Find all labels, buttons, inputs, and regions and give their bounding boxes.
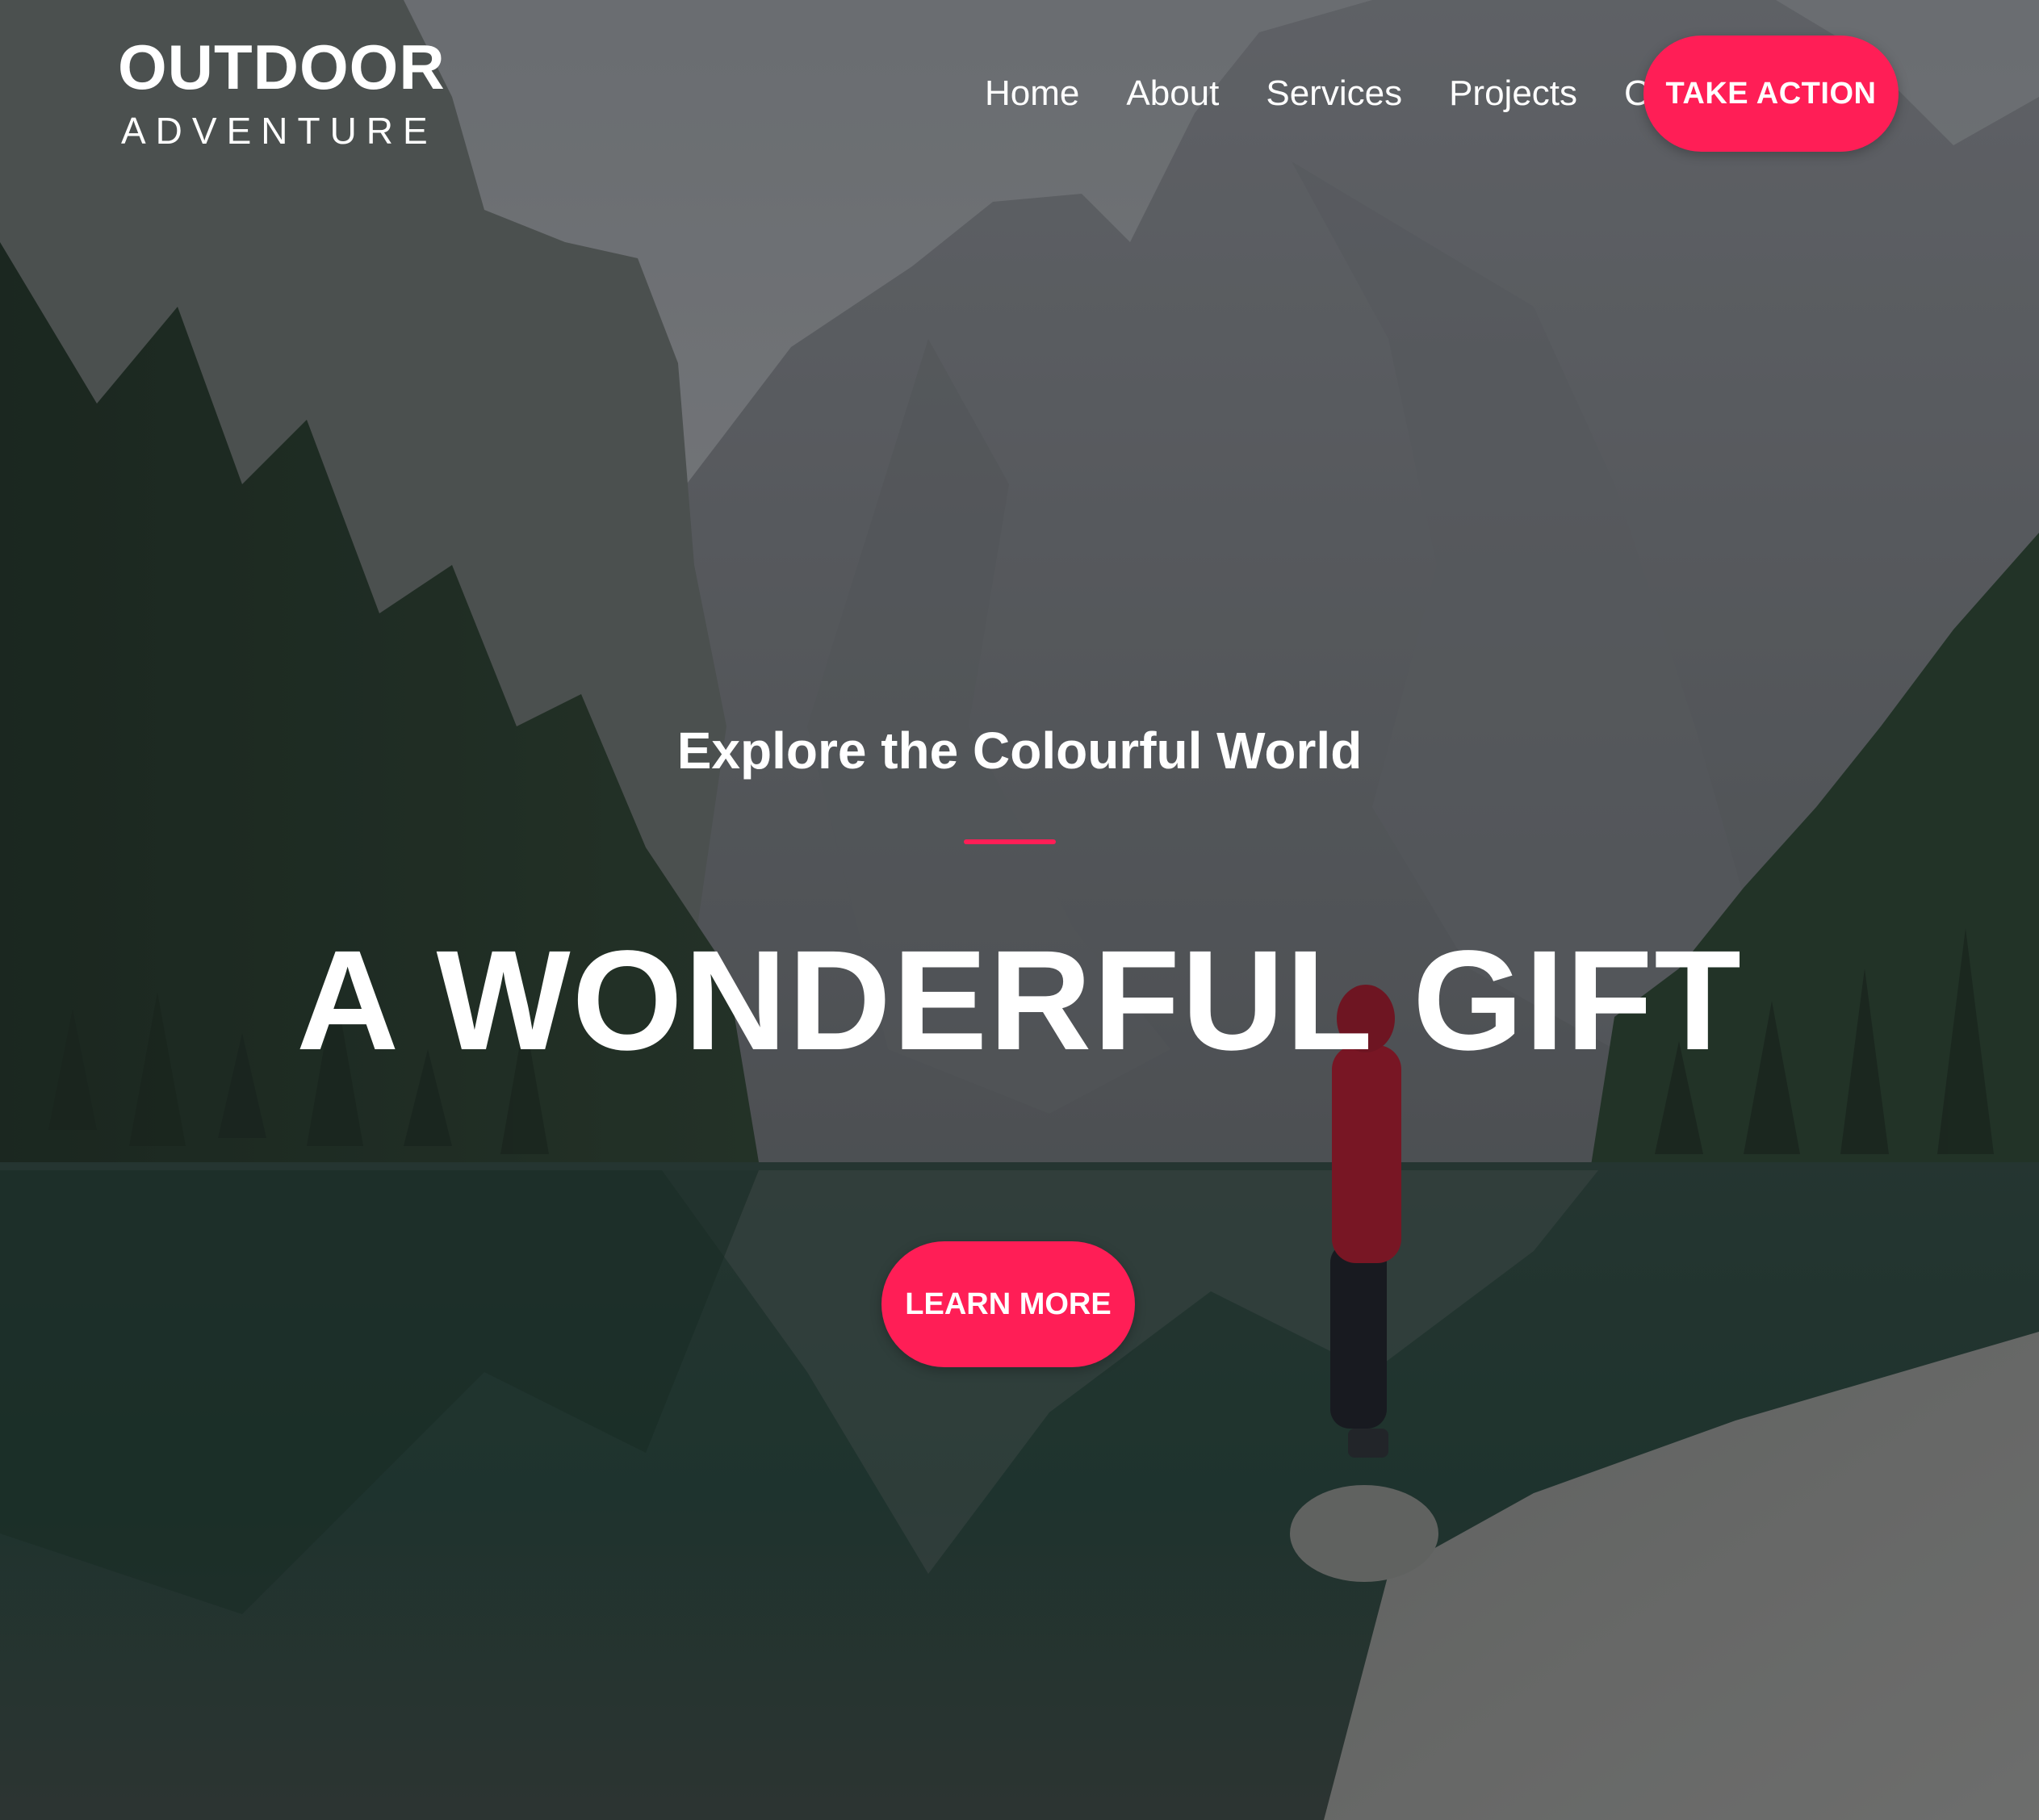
take-action-button[interactable]: TAKE ACTION — [1643, 36, 1899, 152]
hero-subtitle: Explore the Colourful World — [676, 722, 1363, 780]
nav-item-about[interactable]: About — [1126, 73, 1219, 114]
nav-item-services[interactable]: Services — [1266, 73, 1402, 114]
hero-dark-overlay — [0, 0, 2039, 1820]
logo-subtitle: ADVENTURE — [121, 110, 438, 152]
nav-item-home[interactable]: Home — [985, 73, 1079, 114]
site-logo[interactable]: OUTDOOR ADVENTURE — [118, 31, 446, 153]
hero-section — [0, 0, 2039, 1820]
learn-more-button[interactable]: LEARN MORE — [881, 1241, 1135, 1367]
logo-title: OUTDOOR — [118, 31, 446, 103]
nav-item-projects[interactable]: Projects — [1449, 73, 1577, 114]
hero-title: A WONDERFUL GIFT — [296, 922, 1743, 1080]
hero-divider — [964, 839, 1056, 844]
main-nav: Home About Services Projects Contact — [985, 69, 1747, 118]
